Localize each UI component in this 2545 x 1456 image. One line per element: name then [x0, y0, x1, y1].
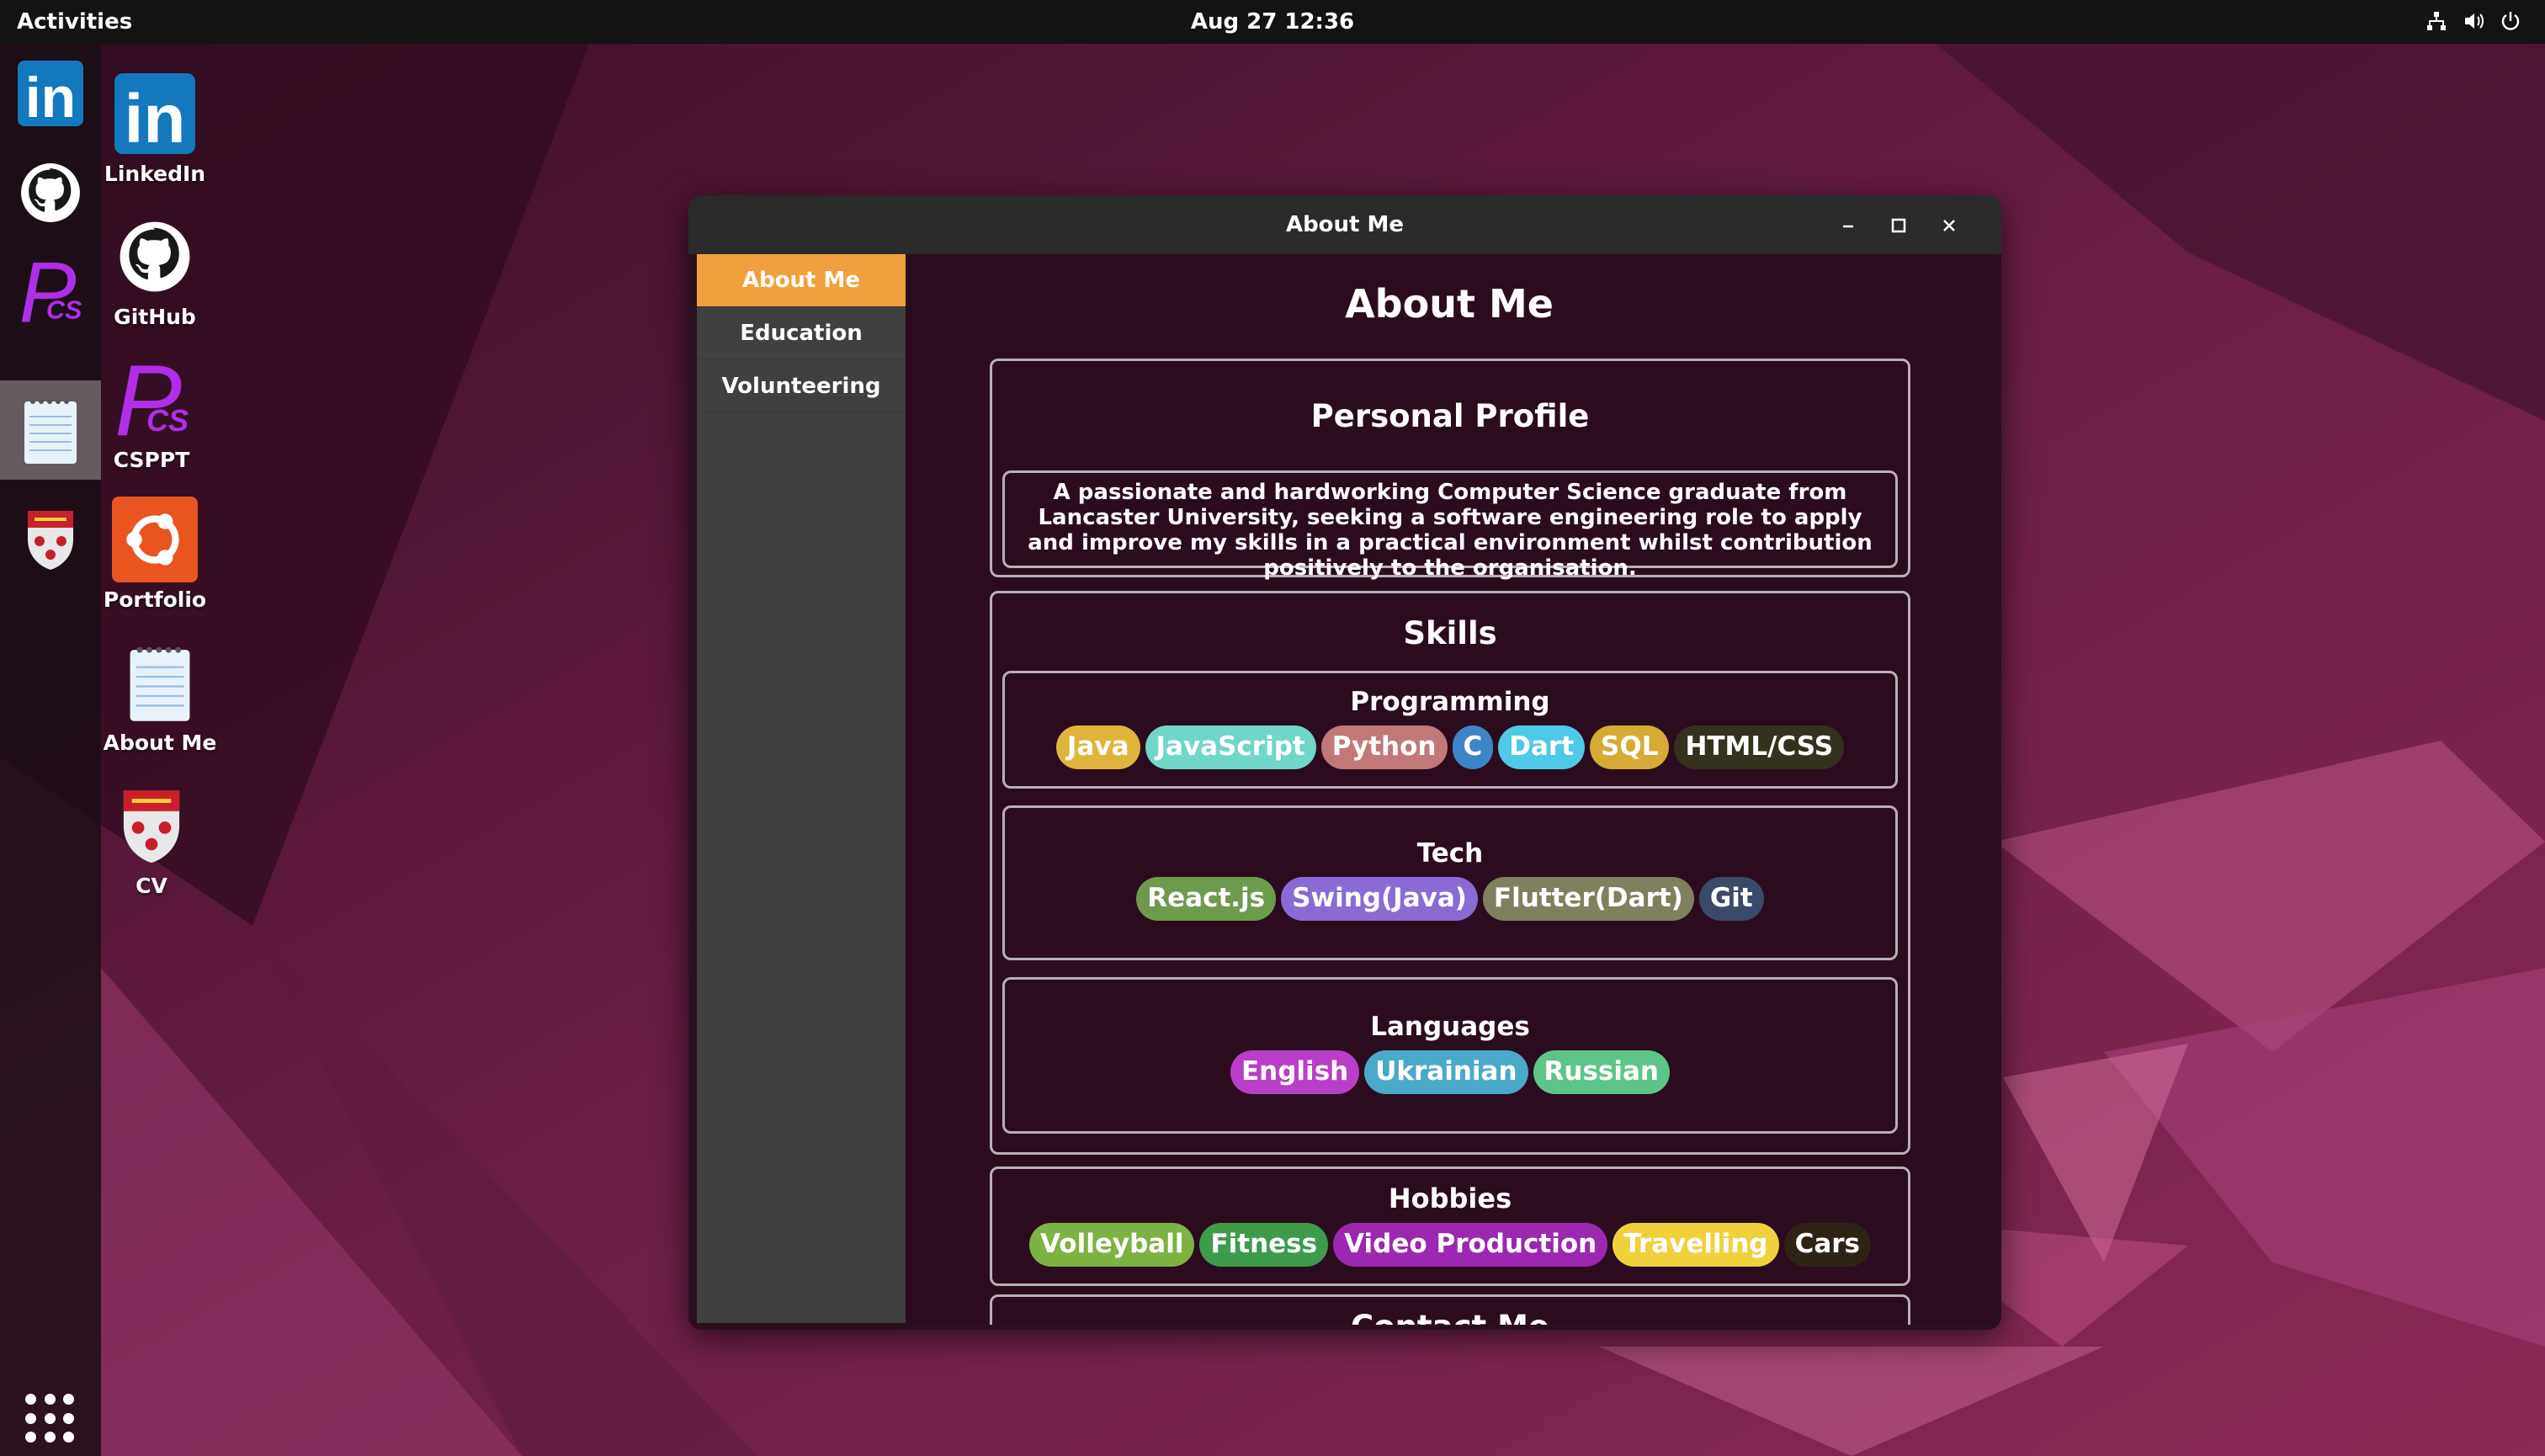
programming-box: Programming Java JavaScript Python C Dart SQL… [1002, 671, 1898, 789]
programming-tags: Java JavaScript Python C Dart SQL HTML/CSS [1005, 725, 1895, 769]
skill-tag: Git [1698, 877, 1764, 921]
desktop-icon-label: GitHub [114, 305, 196, 329]
section-title: Personal Profile [1310, 398, 1590, 434]
volume-icon[interactable] [2463, 10, 2484, 32]
show-applications-button[interactable] [25, 1394, 76, 1444]
skill-tag: Volleyball [1029, 1223, 1195, 1267]
desktop-icon-csppt[interactable]: P CS CSPPT [84, 344, 219, 472]
desktop-icon-about-me[interactable]: About Me [93, 636, 227, 755]
hobbies-card: Hobbies Volleyball Fitness Video Productio… [990, 1166, 1910, 1286]
language-tags: English Ukrainian Russian [1005, 1050, 1895, 1094]
personal-profile-card: Personal Profile A passionate and hardwo… [990, 359, 1910, 581]
linkedin-icon: in [114, 73, 195, 154]
skill-tag: Java [1055, 725, 1140, 769]
tech-tags: React.js Swing(Java) Flutter(Dart) Git [1005, 877, 1895, 921]
activities-button[interactable]: Activities [17, 9, 132, 35]
desktop-icon-github[interactable]: GitHub [88, 210, 222, 329]
top-bar: Activities Aug 27 12:36 [0, 0, 2545, 44]
desktop-icon-label: LinkedIn [104, 162, 206, 186]
skill-tag: Dart [1498, 725, 1586, 769]
desktop-icon-label: Portfolio [103, 587, 207, 612]
skill-tag: Python [1320, 725, 1448, 769]
tech-box: Tech React.js Swing(Java) Flutter(Dart) Git [1002, 805, 1898, 960]
main-content[interactable]: About Me Personal Profile A passionate a… [906, 254, 1993, 1325]
university-crest-icon [123, 790, 180, 864]
skill-tag: Ukrainian [1364, 1050, 1528, 1094]
desktop-icon-linkedin[interactable]: in LinkedIn [88, 67, 222, 186]
skill-tag: Fitness [1199, 1223, 1329, 1267]
cs-ppt-icon: P CS [114, 344, 189, 457]
minimize-button[interactable] [1833, 210, 1863, 241]
dock: in P CS [0, 44, 101, 1456]
desktop-icon-label: About Me [103, 731, 217, 755]
network-icon[interactable] [2425, 10, 2447, 32]
skill-tag: HTML/CSS [1674, 725, 1845, 769]
skill-tag: C [1452, 725, 1494, 769]
skill-tag: Cars [1783, 1223, 1871, 1267]
languages-box: Languages English Ukrainian Russian [1002, 977, 1898, 1134]
subsection-title: Programming [1350, 687, 1550, 717]
section-title: Skills [1403, 615, 1497, 651]
section-title: Contact Me [992, 1309, 1908, 1325]
maximize-button[interactable] [1884, 210, 1914, 241]
cs-ppt-icon: P CS [19, 244, 82, 341]
ubuntu-logo-icon [112, 497, 198, 582]
window-title: About Me [1285, 212, 1405, 237]
desktop-icon-cv[interactable]: CV [84, 779, 219, 898]
nav-item-education[interactable]: Education [697, 307, 906, 360]
notepad-icon [24, 399, 77, 464]
profile-text-box: A passionate and hardworking Computer Sc… [1002, 470, 1898, 581]
window-titlebar[interactable]: About Me [688, 195, 2001, 254]
close-icon [1943, 220, 1955, 231]
hobby-tags: Volleyball Fitness Video Production Travell… [992, 1223, 1908, 1267]
minimize-icon [1843, 225, 1853, 228]
about-me-window: About Me About Me Education Volunteering… [688, 195, 2001, 1330]
dock-github[interactable] [0, 143, 101, 242]
maximize-icon [1891, 218, 1906, 233]
clock[interactable]: Aug 27 12:36 [0, 9, 2545, 35]
dock-csppt[interactable]: P CS [0, 242, 101, 342]
dock-cv[interactable] [0, 490, 101, 589]
section-title: Hobbies [1388, 1182, 1512, 1214]
dock-linkedin[interactable]: in [0, 44, 101, 143]
nav-sidebar: About Me Education Volunteering [697, 254, 906, 1323]
nav-item-about-me[interactable]: About Me [697, 254, 906, 307]
skill-tag: Video Production [1333, 1223, 1608, 1267]
github-icon [120, 221, 190, 292]
power-icon[interactable] [2500, 10, 2521, 32]
university-crest-icon [28, 511, 73, 570]
skill-tag: Flutter(Dart) [1482, 877, 1694, 921]
skills-card: Skills Programming Java JavaScript Python C… [990, 591, 1910, 1155]
page-title: About Me [1345, 281, 1554, 327]
nav-item-volunteering[interactable]: Volunteering [697, 360, 906, 413]
linkedin-icon: in [18, 61, 83, 126]
subsection-title: Tech [1416, 838, 1484, 869]
skill-tag: English [1230, 1050, 1360, 1094]
system-tray[interactable] [2425, 10, 2521, 32]
skill-tag: Travelling [1613, 1223, 1779, 1267]
skill-tag: React.js [1136, 877, 1277, 921]
contact-me-card: Contact Me [990, 1294, 1910, 1325]
skill-tag: JavaScript [1145, 725, 1316, 769]
skill-tag: SQL [1590, 725, 1670, 769]
skill-tag: Russian [1533, 1050, 1670, 1094]
profile-text: A passionate and hardworking Computer Sc… [1028, 480, 1873, 581]
close-button[interactable] [1934, 210, 1964, 241]
skill-tag: Swing(Java) [1281, 877, 1478, 921]
notepad-icon [130, 646, 190, 721]
desktop-icon-portfolio[interactable]: Portfolio [88, 493, 222, 612]
desktop-icon-label: CV [135, 874, 167, 898]
github-icon [21, 163, 80, 222]
subsection-title: Languages [1370, 1012, 1530, 1042]
